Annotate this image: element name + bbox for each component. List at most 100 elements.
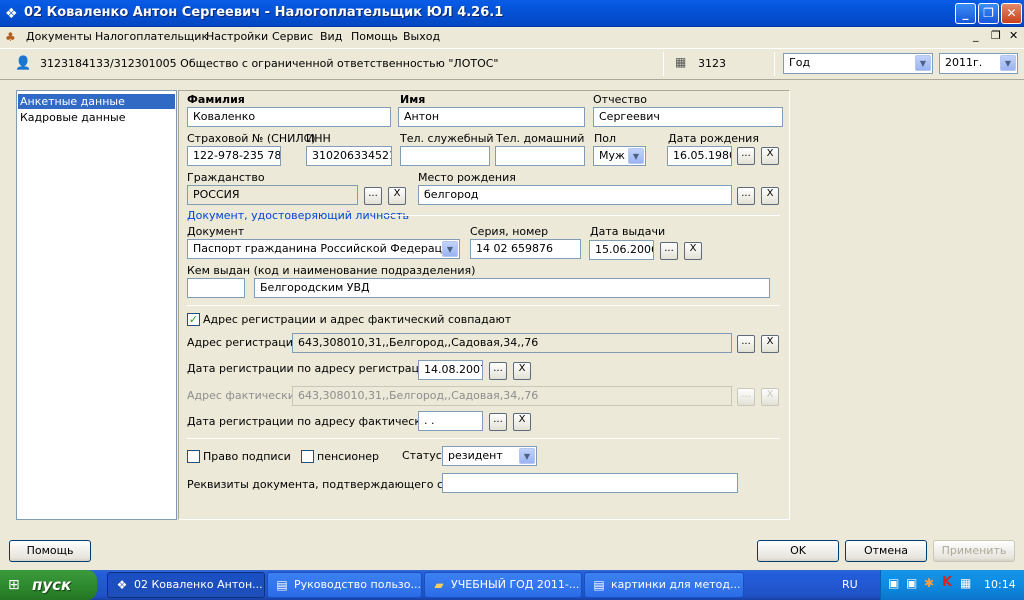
maximize-button[interactable]: ❐ xyxy=(978,3,999,24)
status-select[interactable]: резидент ▼ xyxy=(442,446,537,466)
tel-home-label: Тел. домашний xyxy=(496,132,585,145)
birthdate-field[interactable]: 16.05.1980 xyxy=(667,146,732,166)
sex-value: Муж xyxy=(599,149,625,162)
sex-select[interactable]: Муж ▼ xyxy=(593,146,646,166)
inn-field[interactable]: 310206334521 xyxy=(306,146,392,166)
status-value: резидент xyxy=(448,449,503,462)
issued-code-field[interactable] xyxy=(187,278,245,298)
fact-date-browse-button[interactable]: ... xyxy=(489,413,507,431)
apply-button[interactable]: Применить xyxy=(933,540,1015,562)
language-indicator[interactable]: RU xyxy=(842,578,858,591)
reg-address-clear-button[interactable]: X xyxy=(761,335,779,353)
birthplace-field[interactable]: белгород xyxy=(418,185,732,205)
issue-date-clear-button[interactable]: X xyxy=(684,242,702,260)
nav-item-personal-data[interactable]: Анкетные данные xyxy=(18,94,175,109)
restore-icon: ❐ xyxy=(983,6,994,20)
fact-date-label: Дата регистрации по адресу фактическому xyxy=(187,415,443,428)
sign-right-label: Право подписи xyxy=(203,450,291,463)
document-value: Паспорт гражданина Российской Федерации xyxy=(193,242,457,255)
reg-date-label: Дата регистрации по адресу регистрации xyxy=(187,362,434,375)
network-icon[interactable]: ▣ xyxy=(888,576,899,590)
reg-date-browse-button[interactable]: ... xyxy=(489,362,507,380)
sex-label: Пол xyxy=(594,132,617,145)
same-address-checkbox[interactable]: ✓ xyxy=(187,313,200,326)
mdi-minimize-icon[interactable]: _ xyxy=(973,29,979,42)
tray-monitor-icon[interactable]: ▦ xyxy=(960,576,971,590)
menu-settings[interactable]: Настройки xyxy=(206,30,268,43)
surname-field[interactable]: Коваленко xyxy=(187,107,391,127)
year-select[interactable]: 2011г. ▼ xyxy=(939,53,1018,74)
chevron-down-icon[interactable]: ▼ xyxy=(442,241,458,257)
inspection-code: 3123 xyxy=(698,57,726,70)
birthdate-clear-button[interactable]: X xyxy=(761,147,779,165)
task-word-manual[interactable]: ▤ Руководство пользо... xyxy=(267,572,422,598)
pensioner-checkbox[interactable] xyxy=(301,450,314,463)
nav-item-hr-data[interactable]: Кадровые данные xyxy=(18,110,175,125)
tray-app-icon[interactable]: ✱ xyxy=(924,576,934,590)
fact-address-clear-button[interactable]: X xyxy=(761,388,779,406)
word-icon: ▤ xyxy=(593,578,605,592)
issued-by-field[interactable]: Белгородским УВД xyxy=(254,278,770,298)
task-label: УЧЕБНЫЙ ГОД 2011-... xyxy=(451,578,580,591)
menu-view[interactable]: Вид xyxy=(320,30,342,43)
series-field[interactable]: 14 02 659876 xyxy=(470,239,581,259)
fact-date-field[interactable]: . . xyxy=(418,411,483,431)
sign-right-checkbox[interactable] xyxy=(187,450,200,463)
task-app[interactable]: ❖ 02 Коваленко Антон... xyxy=(107,572,265,598)
birthplace-clear-button[interactable]: X xyxy=(761,187,779,205)
close-button[interactable]: ✕ xyxy=(1001,3,1022,24)
reg-address-field[interactable]: 643,308010,31,,Белгород,,Садовая,34,,76 xyxy=(292,333,732,353)
chevron-down-icon[interactable]: ▼ xyxy=(1000,55,1016,71)
name-label: Имя xyxy=(400,93,426,106)
birthdate-browse-button[interactable]: ... xyxy=(737,147,755,165)
tel-work-field[interactable] xyxy=(400,146,490,166)
series-label: Серия, номер xyxy=(470,225,549,238)
period-value: Год xyxy=(789,56,811,69)
fact-address-field[interactable]: 643,308010,31,,Белгород,,Садовая,34,,76 xyxy=(292,386,732,406)
reg-address-browse-button[interactable]: ... xyxy=(737,335,755,353)
chevron-down-icon[interactable]: ▼ xyxy=(519,448,535,464)
issue-date-label: Дата выдачи xyxy=(590,225,666,238)
menu-help[interactable]: Помощь xyxy=(351,30,398,43)
period-select[interactable]: Год ▼ xyxy=(783,53,933,74)
task-label: 02 Коваленко Антон... xyxy=(134,578,263,591)
menu-taxpayer[interactable]: Налогоплательщик xyxy=(95,30,208,43)
tel-home-field[interactable] xyxy=(495,146,585,166)
reg-address-label: Адрес регистрации xyxy=(187,336,301,349)
citizenship-browse-button[interactable]: ... xyxy=(364,187,382,205)
help-button[interactable]: Помощь xyxy=(9,540,91,562)
issue-date-browse-button[interactable]: ... xyxy=(660,242,678,260)
patronymic-field[interactable]: Сергеевич xyxy=(593,107,783,127)
name-field[interactable]: Антон xyxy=(398,107,585,127)
chevron-down-icon[interactable]: ▼ xyxy=(915,55,931,71)
cancel-button[interactable]: Отмена xyxy=(845,540,927,562)
document-label: Документ xyxy=(187,225,245,238)
mdi-restore-icon[interactable]: ❐ xyxy=(991,29,1001,42)
fact-address-browse-button[interactable]: ... xyxy=(737,388,755,406)
task-label: картинки для метод... xyxy=(611,578,741,591)
minimize-button[interactable]: _ xyxy=(955,3,976,24)
menu-exit[interactable]: Выход xyxy=(403,30,440,43)
chevron-down-icon[interactable]: ▼ xyxy=(628,148,644,164)
reg-date-field[interactable]: 14.08.2007 xyxy=(418,360,483,380)
network-error-icon[interactable]: ▣ xyxy=(906,576,917,590)
status-doc-field[interactable] xyxy=(442,473,738,493)
citizenship-clear-button[interactable]: X xyxy=(388,187,406,205)
menu-service[interactable]: Сервис xyxy=(272,30,313,43)
fact-date-clear-button[interactable]: X xyxy=(513,413,531,431)
kaspersky-icon[interactable]: K xyxy=(942,575,952,590)
task-word-pictures[interactable]: ▤ картинки для метод... xyxy=(584,572,744,598)
issue-date-field[interactable]: 15.06.2006 xyxy=(589,240,654,260)
birthplace-browse-button[interactable]: ... xyxy=(737,187,755,205)
folder-icon: ▰ xyxy=(434,578,444,592)
reg-date-clear-button[interactable]: X xyxy=(513,362,531,380)
document-select[interactable]: Паспорт гражданина Российской Федерации ▼ xyxy=(187,239,460,259)
mdi-close-icon[interactable]: ✕ xyxy=(1009,29,1018,42)
mdi-child-icon[interactable]: ♣ xyxy=(5,30,16,44)
snils-field[interactable]: 122-978-235 78 xyxy=(187,146,281,166)
app-icon[interactable]: ❖ xyxy=(5,6,21,22)
menu-documents[interactable]: Документы xyxy=(26,30,92,43)
task-folder[interactable]: ▰ УЧЕБНЫЙ ГОД 2011-... xyxy=(424,572,582,598)
ok-button[interactable]: OK xyxy=(757,540,839,562)
citizenship-field[interactable]: РОССИЯ xyxy=(187,185,358,205)
